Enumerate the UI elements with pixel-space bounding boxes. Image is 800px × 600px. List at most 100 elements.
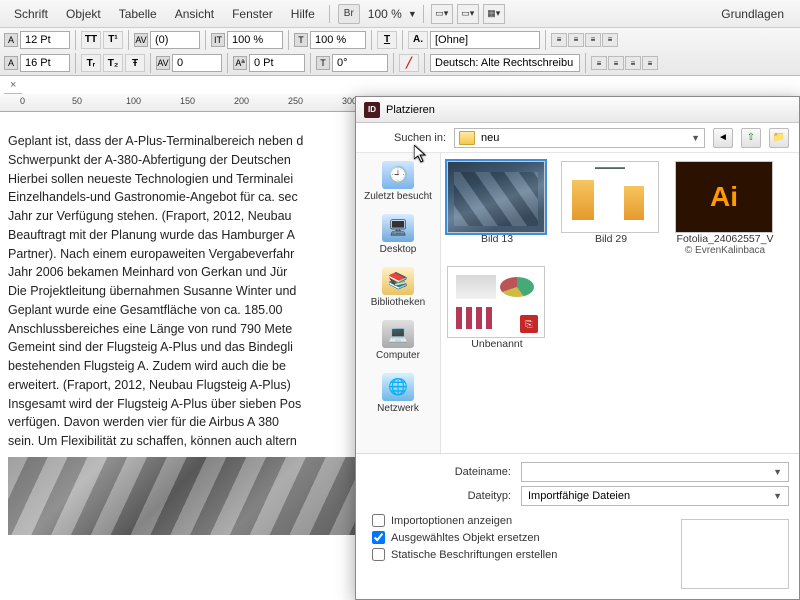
indesign-icon: ID — [364, 102, 380, 118]
dropdown-arrow-icon: ▼ — [773, 491, 782, 501]
kerning-field[interactable]: (0) — [150, 31, 200, 49]
hscale-field[interactable]: 100 % — [227, 31, 283, 49]
arrange-button[interactable]: ▦▾ — [483, 4, 505, 24]
align-center-button[interactable]: ≡ — [568, 33, 584, 47]
baseline-icon: Aª — [233, 56, 247, 70]
place-network[interactable]: 🌐Netzwerk — [356, 371, 440, 420]
place-label: Bibliotheken — [371, 297, 425, 308]
place-label: Desktop — [380, 244, 417, 255]
charstyle-icon: A. — [408, 31, 428, 49]
search-in-label: Suchen in: — [366, 132, 446, 144]
menu-hilfe[interactable]: Hilfe — [283, 3, 323, 25]
file-name: Bild 29 — [561, 233, 661, 245]
dropdown-arrow-icon: ▼ — [691, 133, 700, 143]
ruler-tick: 50 — [72, 96, 82, 106]
menu-objekt[interactable]: Objekt — [58, 3, 109, 25]
file-name: Fotolia_24062557_V — [675, 233, 775, 245]
dialog-titlebar[interactable]: ID Platzieren — [356, 97, 799, 123]
fillcolor-button[interactable]: T — [377, 31, 397, 49]
charstyle-select[interactable]: [Ohne] — [430, 31, 540, 49]
filename-field[interactable]: ▼ — [521, 462, 789, 482]
menu-schrift[interactable]: Schrift — [6, 3, 56, 25]
menu-tabelle[interactable]: Tabelle — [111, 3, 165, 25]
thumbnail: ▬▬▬▬▬ — [561, 161, 659, 233]
dropdown-arrow-icon[interactable]: ▼ — [408, 9, 417, 19]
align-right-button[interactable]: ≡ — [585, 33, 601, 47]
place-libraries[interactable]: 📚Bibliotheken — [356, 265, 440, 314]
place-computer[interactable]: 💻Computer — [356, 318, 440, 367]
workspace-switcher[interactable]: Grundlagen — [711, 7, 794, 21]
place-label: Zuletzt besucht — [364, 191, 432, 202]
menu-ansicht[interactable]: Ansicht — [167, 3, 222, 25]
filename-label: Dateiname: — [366, 466, 511, 478]
superscript-button[interactable]: T¹ — [103, 31, 123, 49]
skew-field[interactable]: 0° — [332, 54, 388, 72]
checkbox-label: Ausgewähltes Objekt ersetzen — [391, 532, 540, 544]
pdf-badge-icon: ⎘ — [520, 315, 538, 333]
justify-all-button[interactable]: ≡ — [642, 56, 658, 70]
align-group-bottom: ≡ ≡ ≡ ≡ — [591, 56, 658, 70]
screen-mode-button[interactable]: ▭▾ — [457, 4, 479, 24]
dialog-title: Platzieren — [386, 104, 435, 116]
file-item[interactable]: ▬▬▬▬▬ Bild 29 — [561, 161, 661, 256]
separator — [423, 5, 424, 23]
thumbnail: ⎘ — [447, 266, 545, 338]
justify-right-button[interactable]: ≡ — [625, 56, 641, 70]
dialog-lower: Dateiname: ▼ Dateityp: Importfähige Date… — [356, 453, 799, 571]
checkbox-label: Importoptionen anzeigen — [391, 515, 512, 527]
place-label: Netzwerk — [377, 403, 419, 414]
folder-name: neu — [481, 132, 499, 144]
file-subtitle: © EvrenKalinbaca — [675, 245, 775, 256]
tab-close-icon[interactable]: × — [10, 79, 16, 91]
bridge-button[interactable]: Br — [338, 4, 360, 24]
view-mode-button[interactable]: ▭▾ — [431, 4, 453, 24]
place-desktop[interactable]: 🖥Desktop — [356, 212, 440, 261]
language-select[interactable]: Deutsch: Alte Rechtschreibu — [430, 54, 580, 72]
filetype-label: Dateityp: — [366, 490, 511, 502]
dropdown-arrow-icon: ▼ — [773, 467, 782, 477]
baseline-field[interactable]: 0 Pt — [249, 54, 305, 72]
menu-bar: Schrift Objekt Tabelle Ansicht Fenster H… — [0, 0, 800, 28]
thumbnail: Ai — [675, 161, 773, 233]
newfolder-button[interactable]: 📁 — [769, 128, 789, 148]
file-item[interactable]: Bild 13 — [447, 161, 547, 256]
control-panel: A 12 Pt TT T¹ AV (0) IT 100 % T 100 % T … — [0, 28, 800, 76]
preview-box — [681, 519, 789, 589]
separator — [329, 5, 330, 23]
font-size-field[interactable]: 12 Pt — [20, 31, 70, 49]
file-list[interactable]: Bild 13 ▬▬▬▬▬ Bild 29 Ai Fotolia_2406255… — [441, 153, 799, 453]
align-justify-button[interactable]: ≡ — [602, 33, 618, 47]
smallcaps-button[interactable]: Tᵣ — [81, 54, 101, 72]
file-item[interactable]: Ai Fotolia_24062557_V © EvrenKalinbaca — [675, 161, 775, 256]
menu-fenster[interactable]: Fenster — [224, 3, 281, 25]
filetype-field[interactable]: Importfähige Dateien▼ — [521, 486, 789, 506]
strokecolor-button[interactable]: ╱ — [399, 54, 419, 72]
allcaps-button[interactable]: TT — [81, 31, 101, 49]
folder-combo[interactable]: neu ▼ — [454, 128, 705, 148]
place-label: Computer — [376, 350, 420, 361]
back-button[interactable]: ◄ — [713, 128, 733, 148]
subscript-button[interactable]: T₂ — [103, 54, 123, 72]
ruler-tick: 200 — [234, 96, 249, 106]
thumbnail — [447, 161, 545, 233]
place-dialog: ID Platzieren Suchen in: neu ▼ ◄ ⇧ 📁 🕘Zu… — [355, 96, 800, 600]
up-button[interactable]: ⇧ — [741, 128, 761, 148]
places-bar: 🕘Zuletzt besucht 🖥Desktop 📚Bibliotheken … — [356, 153, 441, 453]
zoom-level[interactable]: 100 % — [364, 7, 406, 21]
justify-left-button[interactable]: ≡ — [591, 56, 607, 70]
vscale-field[interactable]: 100 % — [310, 31, 366, 49]
skew-icon: T — [316, 56, 330, 70]
vscale-icon: T — [294, 33, 308, 47]
tracking-field[interactable]: 0 — [172, 54, 222, 72]
ruler-tick: 250 — [288, 96, 303, 106]
place-recent[interactable]: 🕘Zuletzt besucht — [356, 159, 440, 208]
checkbox-label: Statische Beschriftungen erstellen — [391, 549, 557, 561]
document-tab[interactable]: × — [4, 76, 22, 94]
strikethrough-button[interactable]: Ŧ — [125, 54, 145, 72]
align-left-button[interactable]: ≡ — [551, 33, 567, 47]
justify-center-button[interactable]: ≡ — [608, 56, 624, 70]
leading-icon: A — [4, 56, 18, 70]
file-item[interactable]: ⎘ Unbenannt — [447, 266, 547, 350]
file-name: Bild 13 — [447, 233, 547, 245]
leading-field[interactable]: 16 Pt — [20, 54, 70, 72]
